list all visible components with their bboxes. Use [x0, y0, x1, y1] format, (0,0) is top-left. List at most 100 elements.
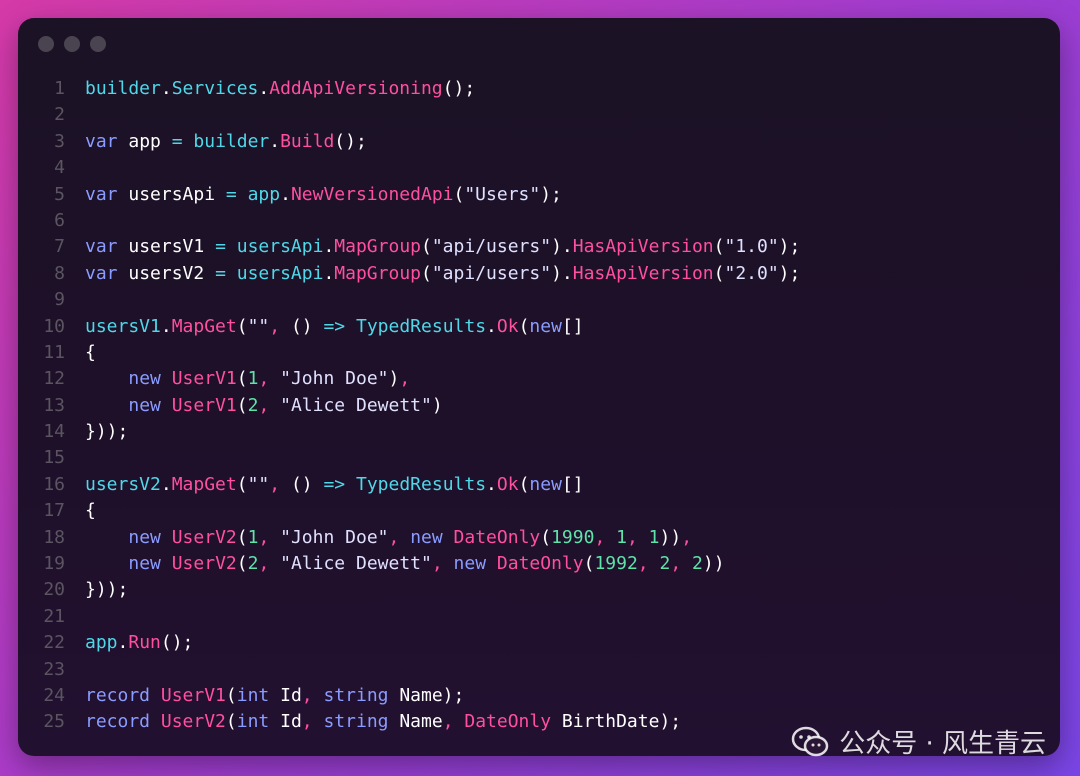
- code-token: }));: [85, 579, 129, 601]
- code-line: 9: [18, 287, 1060, 313]
- line-number: 17: [43, 500, 65, 522]
- code-line: 13 new UserV1(2, "Alice Dewett"): [18, 393, 1060, 419]
- code-token: ();: [442, 78, 476, 99]
- code-token: "2.0": [724, 262, 779, 284]
- code-token: =>: [323, 473, 346, 495]
- code-token: Ok: [496, 473, 519, 495]
- zoom-dot-icon[interactable]: [90, 36, 106, 52]
- code-token: "Alice Dewett": [280, 394, 432, 416]
- code-text: new UserV1(2, "Alice Dewett"): [85, 393, 443, 419]
- code-token: DateOnly: [464, 711, 552, 733]
- line-number: 18: [43, 526, 65, 548]
- code-token: int: [236, 684, 270, 706]
- code-token: []: [561, 315, 584, 337]
- code-token: DateOnly: [453, 526, 541, 548]
- code-line: 4: [18, 155, 1060, 181]
- code-token: ): [388, 368, 400, 390]
- code-token: TypedResults: [356, 473, 487, 495]
- code-token: var: [85, 262, 118, 284]
- code-text: new UserV1(1, "John Doe"),: [85, 366, 410, 392]
- code-token: )): [659, 526, 682, 548]
- code-token: ).: [551, 262, 573, 284]
- code-token: MapGet: [171, 315, 237, 337]
- code-token: []: [561, 473, 584, 495]
- code-token: new: [128, 553, 161, 575]
- code-token: usersApi: [236, 262, 324, 284]
- code-line: 21: [18, 604, 1060, 630]
- code-text: usersV1.MapGet("", () => TypedResults.Ok…: [85, 314, 584, 340]
- code-token: ,: [399, 368, 411, 390]
- code-token: UserV1: [160, 684, 226, 706]
- code-line: 17 {: [18, 498, 1060, 524]
- code-token: "api/users": [431, 262, 552, 284]
- code-token: new: [529, 315, 562, 337]
- code-token: Name: [388, 711, 443, 733]
- code-token: .: [323, 236, 335, 258]
- code-token: ): [431, 394, 443, 416]
- code-text: var usersApi = app.NewVersionedApi("User…: [85, 182, 562, 208]
- code-token: =: [215, 262, 226, 284]
- code-token: Id: [269, 684, 302, 706]
- code-token: UserV1: [171, 394, 237, 416]
- code-token: 1992: [594, 553, 638, 575]
- code-token: (: [225, 711, 237, 733]
- code-token: .: [160, 78, 172, 99]
- minimize-dot-icon[interactable]: [64, 36, 80, 52]
- code-token: ,: [637, 553, 660, 575]
- code-token: new: [128, 526, 161, 548]
- code-token: "api/users": [431, 236, 552, 258]
- code-token: ,: [594, 526, 617, 548]
- line-number: 16: [43, 473, 65, 495]
- code-token: record: [85, 711, 151, 733]
- code-line: 20}));: [18, 577, 1060, 603]
- code-token: .: [269, 130, 281, 152]
- code-token: .: [160, 473, 172, 495]
- code-token: (: [518, 473, 530, 495]
- window-controls: [38, 36, 106, 52]
- code-token: app: [85, 632, 118, 654]
- code-token: ,: [626, 526, 649, 548]
- code-token: }));: [85, 421, 129, 443]
- code-token: ();: [160, 632, 194, 654]
- close-dot-icon[interactable]: [38, 36, 54, 52]
- code-token: "Alice Dewett": [280, 553, 432, 575]
- code-line: 12 new UserV1(1, "John Doe"),: [18, 366, 1060, 392]
- code-text: var usersV2 = usersApi.MapGroup("api/use…: [85, 261, 800, 287]
- code-token: (: [453, 183, 465, 205]
- code-line: 10 usersV1.MapGet("", () => TypedResults.…: [18, 314, 1060, 340]
- code-token: var: [85, 236, 118, 258]
- code-token: .: [486, 315, 497, 337]
- code-token: int: [236, 711, 270, 733]
- code-text: app.Run();: [85, 630, 193, 656]
- line-number: 2: [54, 104, 65, 126]
- code-token: UserV2: [171, 526, 237, 548]
- code-token: ,: [269, 315, 291, 337]
- code-token: HasApiVersion: [572, 236, 714, 258]
- code-token: );: [540, 183, 562, 205]
- code-token: (: [236, 473, 248, 495]
- line-number: 23: [43, 658, 65, 680]
- code-token: 2: [247, 394, 259, 416]
- line-number: 12: [43, 368, 65, 390]
- code-token: (: [713, 262, 725, 284]
- code-token: var: [85, 183, 118, 205]
- line-number: 22: [43, 632, 65, 654]
- code-token: (: [713, 236, 725, 258]
- line-number: 9: [54, 289, 65, 311]
- code-token: =>: [323, 315, 346, 337]
- code-token: BirthDate);: [551, 711, 682, 733]
- code-token: builder: [85, 78, 161, 99]
- code-line: 1 builder.Services.AddApiVersioning();: [18, 76, 1060, 102]
- code-token: "": [247, 315, 270, 337]
- code-token: .: [258, 78, 270, 99]
- code-line: 23: [18, 657, 1060, 683]
- code-token: 1: [247, 526, 259, 548]
